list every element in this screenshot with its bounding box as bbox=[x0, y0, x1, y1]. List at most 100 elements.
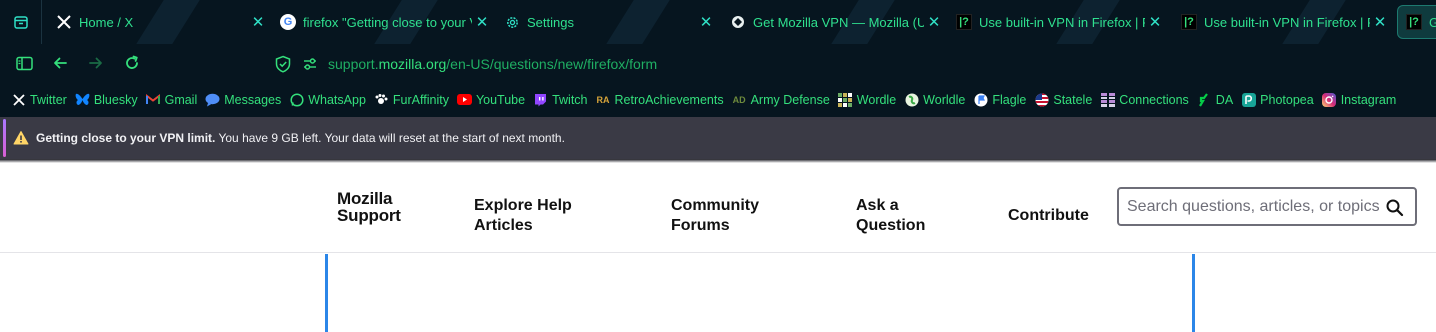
bookmark-flagle[interactable]: Flagle bbox=[973, 92, 1026, 107]
back-button[interactable] bbox=[50, 53, 70, 73]
bookmark-youtube[interactable]: YouTube bbox=[456, 92, 526, 107]
tab-overview-icon bbox=[13, 16, 28, 29]
bookmark-connections[interactable]: Connections bbox=[1100, 92, 1189, 107]
mozilla-support-icon: |? bbox=[1181, 14, 1197, 30]
close-tab-icon[interactable]: ✕ bbox=[1370, 13, 1390, 31]
close-tab-icon[interactable]: ✕ bbox=[248, 13, 268, 31]
bookmark-bluesky[interactable]: Bluesky bbox=[75, 92, 138, 107]
bookmark-label: YouTube bbox=[475, 92, 526, 107]
warning-icon bbox=[13, 131, 29, 145]
nav-label-line-2: Question bbox=[856, 217, 926, 234]
tab-settings[interactable]: Settings ✕ bbox=[496, 6, 720, 38]
bookmark-label: Gmail bbox=[164, 92, 198, 107]
tab-overview-button[interactable] bbox=[0, 0, 42, 44]
bookmark-label: RetroAchievements bbox=[614, 92, 724, 107]
close-tab-icon[interactable]: ✕ bbox=[472, 13, 492, 31]
bookmark-twitter[interactable]: Twitter bbox=[11, 92, 67, 107]
youtube-icon bbox=[456, 92, 472, 107]
da-icon bbox=[1197, 92, 1212, 107]
twitch-icon bbox=[533, 92, 548, 107]
logo-line-2: Support bbox=[337, 206, 401, 225]
url-domain: mozilla.org bbox=[378, 56, 447, 72]
bookmark-label: Instagram bbox=[1340, 92, 1397, 107]
vpn-limit-notification: Getting close to your VPN limit. You hav… bbox=[0, 117, 1436, 159]
tab-firefox-help-vpn-2[interactable]: |? Use built-in VPN in Firefox | Firefox… bbox=[1173, 6, 1395, 38]
photopea-icon bbox=[1241, 92, 1256, 107]
tab-google-search[interactable]: G firefox "Getting close to your VPN lim… bbox=[272, 6, 492, 38]
furaffinity-icon bbox=[374, 92, 389, 107]
url-prefix: support. bbox=[328, 56, 379, 72]
sidebar-toggle-button[interactable] bbox=[14, 53, 34, 73]
nav-label-line-1: Explore Help bbox=[474, 197, 572, 214]
bookmark-furaffinity[interactable]: FurAffinity bbox=[374, 92, 449, 107]
notification-text: Getting close to your VPN limit. You hav… bbox=[36, 131, 565, 145]
search-icon[interactable] bbox=[1385, 198, 1405, 218]
bookmark-label: Army Defense bbox=[750, 92, 830, 107]
tab-title: firefox "Getting close to your VPN limit… bbox=[303, 14, 472, 30]
bookmark-whatsapp[interactable]: WhatsApp bbox=[289, 92, 366, 107]
bookmark-instagram[interactable]: Instagram bbox=[1322, 92, 1397, 107]
navigation-toolbar: support.mozilla.org/en-US/questions/new/… bbox=[0, 44, 1436, 82]
bookmark-wordle[interactable]: Wordle bbox=[838, 92, 896, 107]
bluesky-icon bbox=[75, 92, 90, 107]
whatsapp-icon bbox=[289, 92, 304, 107]
bookmark-worldle[interactable]: Worldle bbox=[904, 92, 965, 107]
bookmark-label: Photopea bbox=[1260, 92, 1314, 107]
reload-button[interactable] bbox=[122, 53, 142, 73]
bookmark-messages[interactable]: Messages bbox=[205, 92, 281, 107]
nav-community-forums[interactable]: Community Forums bbox=[671, 196, 759, 236]
site-permissions-icon[interactable] bbox=[302, 56, 318, 77]
tab-title: Ge bbox=[1429, 15, 1436, 30]
us-flag-icon bbox=[1034, 92, 1049, 107]
bookmark-statele[interactable]: Statele bbox=[1034, 92, 1092, 107]
logo-line-1: Mozilla bbox=[337, 189, 393, 208]
gear-icon bbox=[504, 14, 520, 30]
question-form-frame bbox=[325, 254, 1195, 332]
nav-label-line-1: Contribute bbox=[1008, 207, 1089, 224]
bookmark-label: WhatsApp bbox=[308, 92, 366, 107]
search-input[interactable] bbox=[1127, 197, 1379, 217]
sidebar-icon bbox=[15, 56, 33, 70]
connections-icon bbox=[1100, 92, 1115, 107]
tab-title: Use built-in VPN in Firefox | Firefox He… bbox=[1204, 14, 1370, 30]
mozilla-support-logo[interactable]: Mozilla Support bbox=[337, 190, 401, 224]
close-tab-icon[interactable]: ✕ bbox=[696, 13, 716, 31]
tab-home-x[interactable]: Home / X ✕ bbox=[48, 6, 268, 38]
nav-contribute[interactable]: Contribute bbox=[1008, 206, 1089, 226]
back-arrow-icon bbox=[54, 57, 67, 69]
address-bar[interactable]: support.mozilla.org/en-US/questions/new/… bbox=[270, 50, 1430, 78]
tab-strip: Home / X ✕ G firefox "Getting close to y… bbox=[0, 0, 1436, 44]
forward-arrow-icon bbox=[89, 57, 102, 69]
mozilla-support-icon: |? bbox=[956, 14, 972, 30]
bookmark-label: Connections bbox=[1119, 92, 1189, 107]
notification-title: Getting close to your VPN limit. bbox=[36, 131, 216, 145]
bookmark-label: Twitch bbox=[552, 92, 588, 107]
bookmark-label: Worldle bbox=[923, 92, 966, 107]
nav-ask-a-question[interactable]: Ask a Question bbox=[856, 196, 925, 236]
tracking-protection-shield-icon[interactable] bbox=[274, 55, 292, 78]
bookmark-label: Bluesky bbox=[93, 92, 138, 107]
close-tab-icon[interactable]: ✕ bbox=[1145, 13, 1165, 31]
forward-button[interactable] bbox=[86, 53, 106, 73]
bookmark-retroachievements[interactable]: RA RetroAchievements bbox=[596, 92, 724, 107]
bookmark-photopea[interactable]: Photopea bbox=[1241, 92, 1314, 107]
tab-active[interactable]: |? Ge bbox=[1397, 5, 1436, 39]
reload-icon bbox=[126, 55, 138, 69]
bookmark-army-defense[interactable]: AD Army Defense bbox=[732, 92, 830, 107]
notification-message: You have 9 GB left. Your data will reset… bbox=[218, 131, 565, 145]
tab-title: Home / X bbox=[79, 14, 134, 30]
flagle-icon bbox=[973, 92, 988, 107]
instagram-icon bbox=[1322, 92, 1337, 107]
bookmark-da[interactable]: DA bbox=[1197, 92, 1233, 107]
bookmark-label: Twitter bbox=[30, 92, 67, 107]
site-search-box[interactable] bbox=[1117, 187, 1417, 226]
tab-firefox-help-vpn[interactable]: |? Use built-in VPN in Firefox | Firefox… bbox=[948, 6, 1170, 38]
url-text[interactable]: support.mozilla.org/en-US/questions/new/… bbox=[328, 56, 657, 72]
nav-explore-help-articles[interactable]: Explore Help Articles bbox=[474, 196, 572, 236]
bookmark-gmail[interactable]: Gmail bbox=[146, 92, 198, 107]
bookmark-twitch[interactable]: Twitch bbox=[533, 92, 588, 107]
close-tab-icon[interactable]: ✕ bbox=[924, 13, 944, 31]
bookmark-label: Flagle bbox=[992, 92, 1027, 107]
tab-mozilla-vpn[interactable]: Get Mozilla VPN — Mozilla (US) ✕ bbox=[722, 6, 944, 38]
bookmark-label: Wordle bbox=[856, 92, 897, 107]
